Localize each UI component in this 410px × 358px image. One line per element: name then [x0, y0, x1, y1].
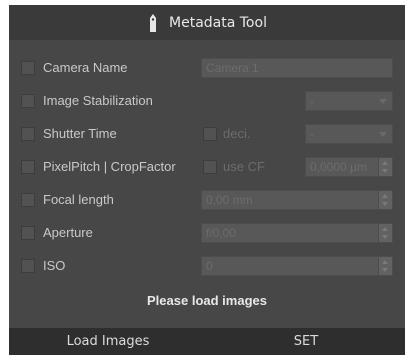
shutter-time-select[interactable]: -	[305, 124, 393, 144]
image-stabilization-checkbox[interactable]	[21, 94, 35, 108]
focal-length-checkbox[interactable]	[21, 193, 35, 207]
shutter-time-label: Shutter Time	[43, 126, 117, 141]
spin-arrows-icon[interactable]	[378, 191, 392, 209]
set-button[interactable]: SET	[207, 328, 405, 355]
image-stabilization-label: Image Stabilization	[43, 93, 153, 108]
image-stabilization-value: -	[310, 94, 314, 108]
iso-checkbox[interactable]	[21, 259, 35, 273]
image-stabilization-select[interactable]: -	[305, 91, 393, 111]
iso-value: 0	[206, 259, 213, 273]
focal-length-label: Focal length	[43, 192, 114, 207]
spin-arrows-icon[interactable]	[378, 224, 392, 242]
metadata-tool-panel: Metadata Tool Camera Name Camera 1 Image…	[9, 5, 405, 355]
title-bar: Metadata Tool	[9, 5, 405, 40]
decimal-label: deci.	[223, 126, 251, 141]
camera-name-checkbox[interactable]	[21, 61, 35, 75]
pixel-pitch-spinbox[interactable]: 0,0000 µm	[305, 157, 393, 177]
spin-arrows-icon[interactable]	[378, 257, 392, 275]
shutter-time-checkbox[interactable]	[21, 127, 35, 141]
pixel-pitch-value: 0,0000 µm	[310, 160, 367, 174]
pixel-pitch-checkbox[interactable]	[21, 160, 35, 174]
pixel-pitch-label: PixelPitch | CropFactor	[43, 159, 176, 174]
camera-name-label: Camera Name	[43, 60, 128, 75]
camera-tag-icon	[150, 13, 157, 32]
use-cf-checkbox[interactable]	[203, 160, 217, 174]
chevron-down-icon	[379, 99, 387, 104]
chevron-down-icon	[379, 132, 387, 137]
iso-label: ISO	[43, 258, 66, 273]
load-images-button[interactable]: Load Images	[9, 328, 207, 355]
camera-name-input[interactable]: Camera 1	[201, 58, 393, 78]
shutter-time-value: -	[310, 127, 314, 141]
aperture-label: Aperture	[43, 225, 93, 240]
focal-length-value: 0,00 mm	[206, 193, 253, 207]
focal-length-spinbox[interactable]: 0,00 mm	[201, 190, 393, 210]
bottom-toolbar: Load Images SET	[9, 328, 405, 355]
aperture-value: f/0,00	[206, 226, 237, 240]
aperture-spinbox[interactable]: f/0,00	[201, 223, 393, 243]
window-title: Metadata Tool	[169, 14, 267, 31]
spin-arrows-icon[interactable]	[378, 158, 392, 176]
decimal-checkbox[interactable]	[203, 127, 217, 141]
aperture-checkbox[interactable]	[21, 226, 35, 240]
iso-spinbox[interactable]: 0	[201, 256, 393, 276]
status-message: Please load images	[147, 293, 267, 308]
use-cf-label: use CF	[223, 159, 265, 174]
